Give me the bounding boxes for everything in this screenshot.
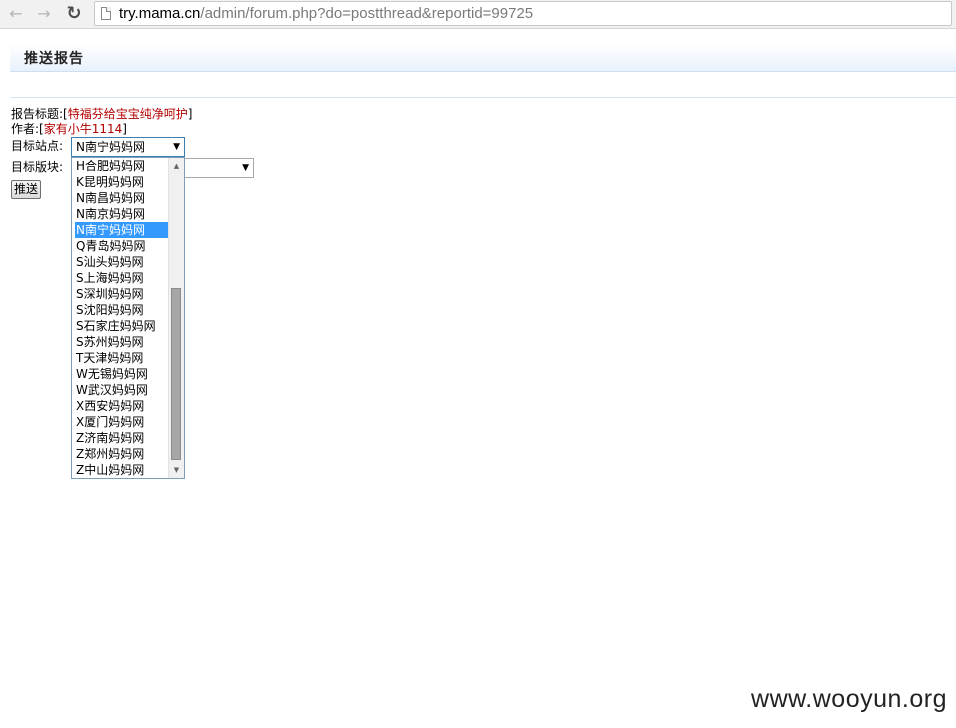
dropdown-option[interactable]: Z中山妈妈网 bbox=[75, 462, 168, 478]
dropdown-option[interactable]: K昆明妈妈网 bbox=[75, 174, 168, 190]
dropdown-option[interactable]: Q青岛妈妈网 bbox=[75, 238, 168, 254]
dropdown-option[interactable]: Z郑州妈妈网 bbox=[75, 446, 168, 462]
dropdown-option[interactable]: N南京妈妈网 bbox=[75, 206, 168, 222]
author-value: 家有小牛1114 bbox=[43, 122, 123, 136]
forward-arrow-icon[interactable]: → bbox=[33, 3, 55, 25]
back-arrow-icon[interactable]: ← bbox=[5, 3, 27, 25]
reload-icon[interactable]: ↻ bbox=[63, 3, 85, 25]
header-divider bbox=[10, 97, 956, 98]
chevron-down-icon: ▼ bbox=[173, 142, 180, 152]
dropdown-option[interactable]: X西安妈妈网 bbox=[75, 398, 168, 414]
dropdown-option[interactable]: W无锡妈妈网 bbox=[75, 366, 168, 382]
dropdown-option[interactable]: S深圳妈妈网 bbox=[75, 286, 168, 302]
target-site-label: 目标站点: bbox=[11, 139, 64, 153]
dropdown-option[interactable]: W武汉妈妈网 bbox=[75, 382, 168, 398]
browser-toolbar: ← → ↻ try.mama.cn/admin/forum.php?do=pos… bbox=[0, 0, 956, 29]
address-bar[interactable]: try.mama.cn/admin/forum.php?do=postthrea… bbox=[94, 1, 952, 26]
dropdown-option[interactable]: S苏州妈妈网 bbox=[75, 334, 168, 350]
dropdown-option[interactable]: S石家庄妈妈网 bbox=[75, 318, 168, 334]
url-path: /admin/forum.php?do=postthread&reportid=… bbox=[200, 5, 534, 22]
target-board-label: 目标版块: bbox=[11, 160, 64, 174]
report-title-value: 特福芬给宝宝纯净呵护 bbox=[67, 107, 188, 121]
report-title-label: 报告标题: bbox=[11, 107, 64, 121]
target-site-select[interactable]: N南宁妈妈网 ▼ bbox=[71, 137, 185, 157]
report-title-row: 报告标题:[特福芬给宝宝纯净呵护] bbox=[11, 107, 193, 121]
push-button[interactable]: 推送 bbox=[11, 180, 41, 199]
dropdown-option[interactable]: X厦门妈妈网 bbox=[75, 414, 168, 430]
page-icon bbox=[101, 7, 111, 20]
page-header: 推送报告 bbox=[10, 43, 956, 72]
dropdown-option[interactable]: S汕头妈妈网 bbox=[75, 254, 168, 270]
watermark: www.wooyun.org bbox=[751, 685, 947, 713]
dropdown-option[interactable]: H合肥妈妈网 bbox=[75, 158, 168, 174]
dropdown-option[interactable]: N南昌妈妈网 bbox=[75, 190, 168, 206]
dropdown-scrollbar[interactable]: ▲ ▼ bbox=[168, 158, 184, 478]
chevron-down-icon: ▼ bbox=[242, 163, 249, 173]
dropdown-option[interactable]: N南宁妈妈网 bbox=[75, 222, 168, 238]
url-host: try.mama.cn bbox=[119, 5, 201, 22]
scrollbar-thumb[interactable] bbox=[171, 288, 181, 460]
scroll-down-icon[interactable]: ▼ bbox=[169, 463, 184, 477]
author-row: 作者:[家有小牛1114] bbox=[11, 122, 127, 136]
scroll-up-icon[interactable]: ▲ bbox=[169, 159, 184, 173]
dropdown-option[interactable]: S沈阳妈妈网 bbox=[75, 302, 168, 318]
page-title: 推送报告 bbox=[24, 51, 84, 67]
dropdown-option[interactable]: Z济南妈妈网 bbox=[75, 430, 168, 446]
target-site-dropdown[interactable]: Z中山妈妈网 Z郑州妈妈网 Z济南妈妈网 X厦门妈妈网 X西安妈妈网 W武汉妈妈网 W无锡妈… bbox=[71, 157, 185, 479]
dropdown-option[interactable]: S上海妈妈网 bbox=[75, 270, 168, 286]
target-site-value: N南宁妈妈网 bbox=[76, 140, 145, 154]
url-text[interactable]: try.mama.cn/admin/forum.php?do=postthrea… bbox=[119, 5, 533, 23]
dropdown-option[interactable]: T天津妈妈网 bbox=[75, 350, 168, 366]
author-label: 作者: bbox=[11, 122, 40, 136]
